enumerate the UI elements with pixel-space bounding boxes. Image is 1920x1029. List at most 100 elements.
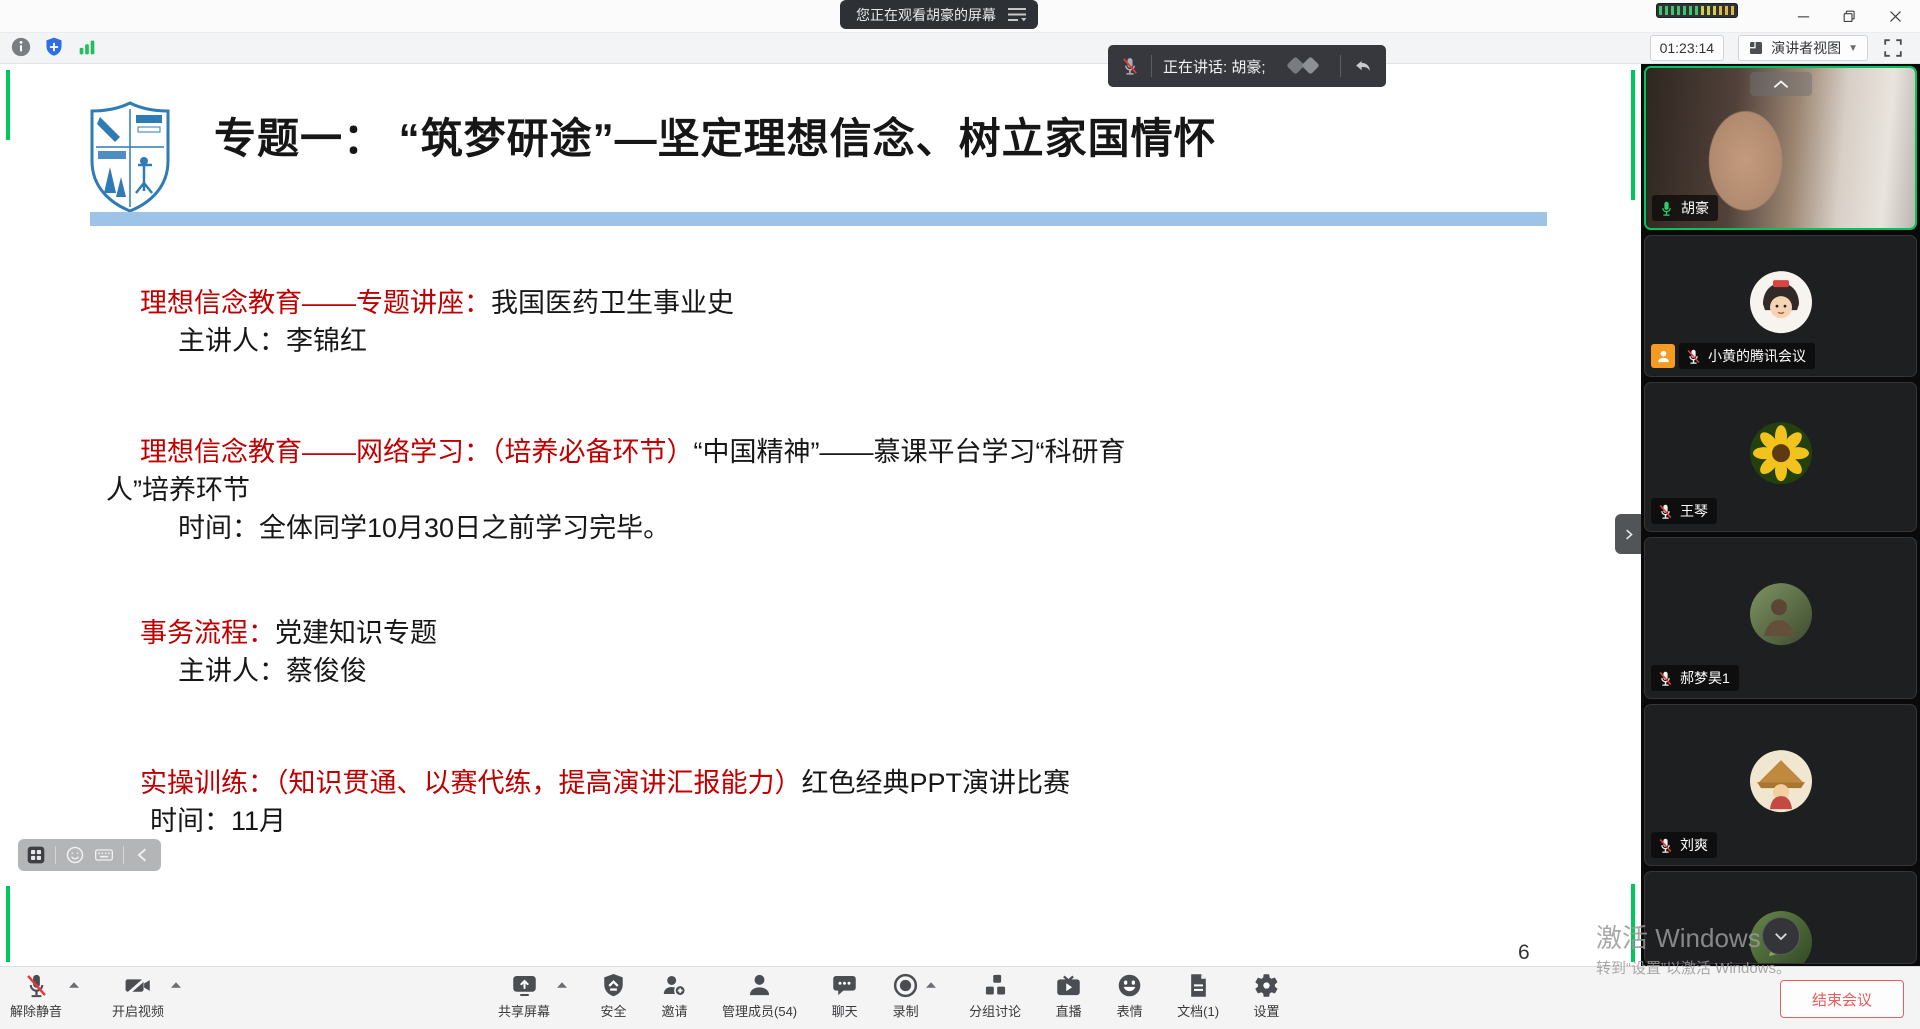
- speaking-label: 正在讲话: 胡豪;: [1163, 56, 1266, 77]
- toolbar-label: 表情: [1117, 1001, 1143, 1020]
- toolbar-label: 录制: [893, 1001, 919, 1020]
- members-person-icon: [746, 972, 773, 999]
- caret-up-icon[interactable]: [556, 981, 568, 989]
- mic-muted-icon: [23, 972, 50, 999]
- participant-tile-胡豪[interactable]: 胡豪: [1644, 66, 1917, 230]
- window-titlebar: 您正在观看胡豪的屏幕: [0, 0, 1920, 33]
- toolbar-docs-button[interactable]: 文档(1): [1177, 972, 1219, 1020]
- settings-gear-icon: [1253, 972, 1280, 999]
- slide-text-line: 主讲人：李锦红: [0, 322, 1641, 360]
- meeting-toolbar: 解除静音 开启视频 共享屏幕 安全 邀请 管理成员(54) 聊天 录制 分组讨论 直播 表情 文档(…: [0, 966, 1920, 1029]
- end-meeting-button[interactable]: 结束会议: [1780, 980, 1904, 1018]
- watching-banner-text: 您正在观看胡豪的屏幕: [856, 5, 996, 25]
- caret-up-icon[interactable]: [925, 981, 937, 989]
- toolbar-breakout-button[interactable]: 分组讨论: [969, 972, 1021, 1020]
- avatar: [1749, 749, 1813, 813]
- toolbar-label: 共享屏幕: [498, 1001, 550, 1020]
- toolbar-security-button[interactable]: 安全: [600, 972, 627, 1020]
- mic-muted-icon: [1120, 56, 1140, 76]
- grid-view-icon[interactable]: [26, 845, 46, 865]
- toolbar-share-screen-button[interactable]: 共享屏幕: [498, 972, 550, 1020]
- minimize-button[interactable]: [1784, 2, 1822, 30]
- participant-tile-小黄的腾讯会议[interactable]: 小黄的腾讯会议: [1644, 235, 1917, 377]
- participant-label: 王琴: [1651, 498, 1717, 524]
- meeting-timer: 01:23:14: [1650, 35, 1725, 61]
- share-border-segment: [1631, 884, 1635, 962]
- breakout-rooms-icon: [982, 972, 1009, 999]
- toolbar-label: 分组讨论: [969, 1001, 1021, 1020]
- toolbar-label: 开启视频: [112, 1001, 164, 1020]
- toolbar-center: 共享屏幕 安全 邀请 管理成员(54) 聊天 录制 分组讨论 直播 表情 文档(1) 设置: [498, 972, 1280, 1020]
- avatar: [1749, 270, 1813, 334]
- close-button[interactable]: [1876, 2, 1914, 30]
- toolbar-emoji-button[interactable]: 表情: [1116, 972, 1143, 1020]
- watching-banner: 您正在观看胡豪的屏幕: [840, 0, 1038, 29]
- network-signal-icon[interactable]: [76, 36, 98, 58]
- slide-text-line: 时间：11月: [0, 802, 1641, 840]
- share-border-segment: [1631, 70, 1635, 200]
- toolbar-members-button[interactable]: 管理成员(54): [722, 972, 797, 1020]
- restore-window-icon[interactable]: [1352, 55, 1374, 77]
- fullscreen-icon[interactable]: [1882, 37, 1904, 59]
- toolbar-label: 解除静音: [10, 1001, 62, 1020]
- keyboard-icon[interactable]: [94, 845, 114, 865]
- participant-tile-郝梦昊1[interactable]: 郝梦昊1: [1644, 537, 1917, 699]
- toolbar-start-video-button[interactable]: 开启视频: [112, 972, 164, 1020]
- banner-menu-icon[interactable]: [1006, 6, 1028, 23]
- participant-name: 胡豪: [1681, 198, 1709, 218]
- scroll-up-button[interactable]: [1750, 72, 1812, 96]
- meeting-window: 您正在观看胡豪的屏幕 01:23:14 演讲者视图 ▼: [0, 0, 1920, 1029]
- toolbar-label: 邀请: [662, 1001, 688, 1020]
- toolbar-label: 直播: [1056, 1001, 1082, 1020]
- invite-person-icon: [661, 972, 688, 999]
- participants-sidebar: 胡豪小黄的腾讯会议王琴郝梦昊1 刘爽: [1641, 63, 1920, 967]
- participant-name: 王琴: [1680, 501, 1708, 521]
- scroll-down-button[interactable]: [1762, 917, 1800, 955]
- camera-off-icon: [125, 972, 152, 999]
- shield-plus-icon[interactable]: [43, 36, 65, 58]
- mini-toolbar: [18, 839, 161, 871]
- slide-text-line: 理想信念教育——网络学习：（培养必备环节）“中国精神”——慕课平台学习“科研育: [0, 433, 1641, 471]
- participant-tile-王琴[interactable]: 王琴: [1644, 382, 1917, 532]
- toolbar-settings-button[interactable]: 设置: [1253, 972, 1280, 1020]
- slide-text-line: 理想信念教育——专题讲座：我国医药卫生事业史: [0, 284, 1641, 322]
- chat-bubble-icon: [831, 972, 858, 999]
- toolbar-chat-button[interactable]: 聊天: [831, 972, 858, 1020]
- slide-body: 理想信念教育——专题讲座：我国医药卫生事业史主讲人：李锦红理想信念教育——网络学…: [0, 63, 1641, 967]
- shared-screen-slide: 专题一： “筑梦研途”—坚定理想信念、树立家国情怀 理想信念教育——专题讲座：我…: [0, 63, 1641, 967]
- slide-text-block-3: 事务流程：党建知识专题主讲人：蔡俊俊: [0, 614, 1641, 690]
- sidebar-collapse-tab[interactable]: [1615, 514, 1641, 554]
- restore-button[interactable]: [1830, 2, 1868, 30]
- emoji-icon[interactable]: [65, 845, 85, 865]
- toolbar-label: 安全: [601, 1001, 627, 1020]
- share-border-segment: [6, 70, 10, 140]
- participant-label-row: 小黄的腾讯会议: [1651, 343, 1815, 369]
- participant-tile-刘爽[interactable]: 刘爽: [1644, 704, 1917, 866]
- meeting-topbar: 01:23:14 演讲者视图 ▼: [0, 32, 1920, 64]
- slide-text-block-1: 理想信念教育——专题讲座：我国医药卫生事业史主讲人：李锦红: [0, 284, 1641, 360]
- share-screen-icon: [511, 972, 538, 999]
- caret-up-icon[interactable]: [170, 981, 182, 989]
- toolbar-record-button[interactable]: 录制: [892, 972, 919, 1020]
- toolbar-live-button[interactable]: 直播: [1055, 972, 1082, 1020]
- collapse-left-icon[interactable]: [133, 845, 153, 865]
- toolbar-label: 聊天: [832, 1001, 858, 1020]
- divider: [123, 846, 124, 864]
- slide-text-line: 事务流程：党建知识专题: [0, 614, 1641, 652]
- mic-muted-icon: [1657, 503, 1674, 520]
- live-tv-icon: [1055, 972, 1082, 999]
- participant-name: 郝梦昊1: [1680, 668, 1730, 688]
- caret-up-icon[interactable]: [68, 981, 80, 989]
- avatar: [1749, 582, 1813, 646]
- mic-muted-icon: [1657, 670, 1674, 687]
- meeting-info-icon[interactable]: [10, 36, 32, 58]
- toolbar-invite-button[interactable]: 邀请: [661, 972, 688, 1020]
- view-mode-dropdown[interactable]: 演讲者视图 ▼: [1738, 35, 1868, 61]
- toolbar-unmute-button[interactable]: 解除静音: [10, 972, 62, 1020]
- slide-text-line: 实操训练：（知识贯通、以赛代练，提高演讲汇报能力）红色经典PPT演讲比赛: [0, 764, 1641, 802]
- slide-text-block-2: 理想信念教育——网络学习：（培养必备环节）“中国精神”——慕课平台学习“科研育人…: [0, 433, 1641, 547]
- mic-muted-icon: [1657, 837, 1674, 854]
- security-shield-icon: [600, 972, 627, 999]
- participant-list: 胡豪小黄的腾讯会议王琴郝梦昊1 刘爽: [1641, 63, 1920, 967]
- mic-muted-icon: [1685, 348, 1702, 365]
